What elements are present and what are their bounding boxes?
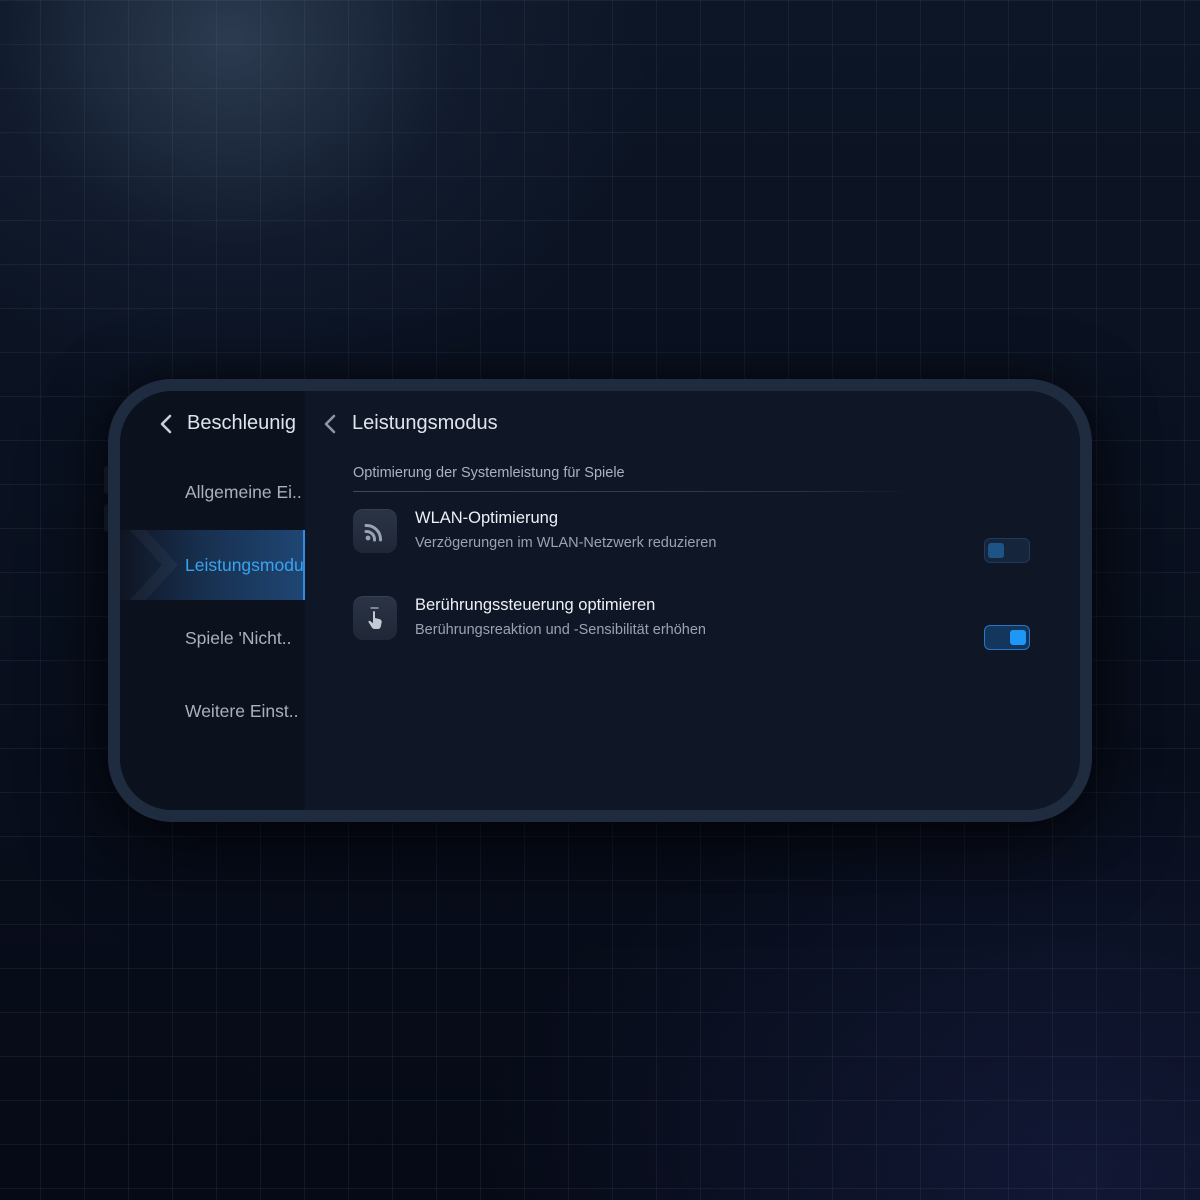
content-back-button[interactable]: Leistungsmodus — [320, 412, 498, 435]
sidebar-item-spiele[interactable]: Spiele 'Nicht.. — [120, 603, 305, 673]
phone-frame: Beschleunig Allgemeine Ei.. Leistungsmod… — [108, 379, 1092, 822]
touch-toggle[interactable] — [984, 625, 1030, 650]
sidebar-item-label: Weitere Einst.. — [185, 700, 299, 721]
touch-icon-graphic — [368, 607, 382, 629]
content-panel: Leistungsmodus Optimierung der Systemlei… — [305, 391, 1080, 810]
wifi-icon — [353, 509, 397, 553]
sidebar-title: Beschleunig — [187, 412, 295, 434]
sidebar-back-button[interactable]: Beschleunig — [156, 412, 295, 435]
setting-subtitle: Berührungsreaktion und -Sensibilität erh… — [415, 622, 706, 638]
chevron-left-icon — [160, 414, 172, 433]
setting-title: WLAN-Optimierung — [415, 509, 559, 527]
sidebar: Beschleunig Allgemeine Ei.. Leistungsmod… — [120, 391, 305, 810]
setting-row-touch: Berührungssteuerung optimieren Berührung… — [353, 596, 1033, 644]
divider — [353, 491, 913, 492]
sidebar-item-allgemeine[interactable]: Allgemeine Ei.. — [120, 457, 305, 527]
section-description: Optimierung der Systemleistung für Spiel… — [353, 465, 625, 481]
toggle-knob — [988, 542, 1004, 558]
phone-screen: Beschleunig Allgemeine Ei.. Leistungsmod… — [120, 391, 1080, 810]
chevron-left-icon — [324, 414, 336, 433]
page-title: Leistungsmodus — [352, 412, 498, 434]
wlan-toggle[interactable] — [984, 538, 1030, 563]
sidebar-item-weitere[interactable]: Weitere Einst.. — [120, 676, 305, 746]
setting-row-wlan: WLAN-Optimierung Verzögerungen im WLAN-N… — [353, 509, 1033, 557]
setting-subtitle: Verzögerungen im WLAN-Netzwerk reduziere… — [415, 535, 717, 551]
toggle-knob — [1010, 629, 1026, 645]
setting-title: Berührungssteuerung optimieren — [415, 596, 656, 614]
sidebar-item-leistungsmodus[interactable]: Leistungsmodus — [120, 530, 305, 600]
chevron-decoration-icon — [130, 530, 178, 600]
sidebar-item-label: Leistungsmodus — [185, 554, 305, 575]
sidebar-item-label: Spiele 'Nicht.. — [185, 627, 292, 648]
wifi-icon-graphic — [364, 524, 382, 542]
sidebar-item-label: Allgemeine Ei.. — [185, 481, 302, 502]
touch-icon — [353, 596, 397, 640]
